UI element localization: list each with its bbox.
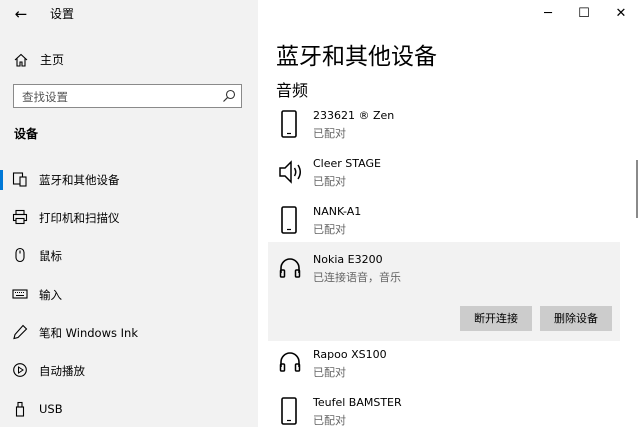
autoplay-icon [13, 363, 27, 377]
device-status: 已配对 [313, 366, 346, 379]
sidebar-item-usb[interactable]: USB [0, 395, 258, 425]
headphones-icon [279, 258, 301, 278]
minimize-button[interactable]: ─ [538, 5, 558, 23]
phone-icon [281, 110, 297, 138]
maximize-button[interactable]: ☐ [574, 5, 594, 23]
sidebar-item-mouse[interactable]: 鼠标 [0, 241, 258, 271]
sidebar-item-pen[interactable]: 笔和 Windows Ink [0, 318, 258, 348]
device-name: Cleer STAGE [313, 157, 381, 170]
disconnect-button[interactable]: 断开连接 [460, 306, 532, 331]
speaker-icon [279, 160, 301, 184]
device-item[interactable]: 233621 ® Zen 已配对 [268, 108, 620, 144]
device-item[interactable]: NANK-A1 已配对 [268, 204, 620, 240]
usb-icon [15, 401, 25, 417]
device-name: NANK-A1 [313, 205, 362, 218]
app-title: 设置 [50, 7, 75, 21]
device-status: 已配对 [313, 127, 346, 140]
sidebar-item-label: 自动播放 [39, 364, 85, 378]
device-status: 已配对 [313, 414, 346, 427]
device-name: Rapoo XS100 [313, 348, 387, 361]
headphones-icon [279, 352, 301, 372]
remove-device-button[interactable]: 删除设备 [540, 306, 612, 331]
sidebar: ← 设置 主页 查找设置 设备 蓝牙和其他设备 打印机和扫描仪 鼠标 输入 笔和… [0, 0, 258, 427]
pen-icon [13, 324, 28, 340]
page-title: 蓝牙和其他设备 [276, 44, 437, 70]
printer-icon [12, 209, 28, 225]
bluetooth-devices-icon [12, 172, 27, 187]
device-status: 已配对 [313, 223, 346, 236]
device-name: Nokia E3200 [313, 253, 383, 266]
mouse-icon [15, 247, 25, 263]
main-content: ─ ☐ ✕ 蓝牙和其他设备 音频 233621 ® Zen 已配对 Cleer … [258, 0, 640, 427]
sidebar-item-label: 输入 [39, 288, 62, 302]
device-item[interactable]: Cleer STAGE 已配对 [268, 156, 620, 192]
home-icon [14, 53, 28, 67]
sidebar-item-label: 蓝牙和其他设备 [39, 173, 120, 187]
sidebar-item-bluetooth[interactable]: 蓝牙和其他设备 [0, 165, 258, 195]
home-link[interactable]: 主页 [0, 48, 258, 72]
device-status: 已连接语音，音乐 [313, 271, 401, 284]
sidebar-item-printers[interactable]: 打印机和扫描仪 [0, 203, 258, 233]
keyboard-icon [12, 289, 28, 299]
phone-icon [281, 206, 297, 234]
search-input[interactable]: 查找设置 [13, 84, 242, 108]
device-name: Teufel BAMSTER [313, 396, 402, 409]
phone-icon [281, 397, 297, 425]
device-status: 已配对 [313, 175, 346, 188]
section-heading: 设备 [14, 127, 39, 141]
search-placeholder: 查找设置 [22, 90, 68, 104]
search-icon[interactable] [222, 89, 236, 103]
sidebar-item-label: 鼠标 [39, 249, 62, 263]
sidebar-item-label: 打印机和扫描仪 [39, 211, 120, 225]
sidebar-item-autoplay[interactable]: 自动播放 [0, 356, 258, 386]
sidebar-item-label: USB [39, 402, 63, 416]
device-item[interactable]: Rapoo XS100 已配对 [268, 346, 620, 382]
home-label: 主页 [40, 53, 65, 67]
sidebar-item-label: 笔和 Windows Ink [39, 326, 138, 340]
close-button[interactable]: ✕ [611, 5, 631, 23]
device-item[interactable]: Teufel BAMSTER 已配对 [268, 395, 620, 427]
sidebar-item-typing[interactable]: 输入 [0, 280, 258, 310]
scrollbar-thumb[interactable] [636, 160, 638, 218]
device-name: 233621 ® Zen [313, 109, 395, 122]
section-subheading: 音频 [276, 81, 309, 100]
title-bar: ← 设置 [0, 0, 258, 30]
active-indicator [0, 170, 3, 190]
back-button[interactable]: ← [11, 4, 31, 24]
